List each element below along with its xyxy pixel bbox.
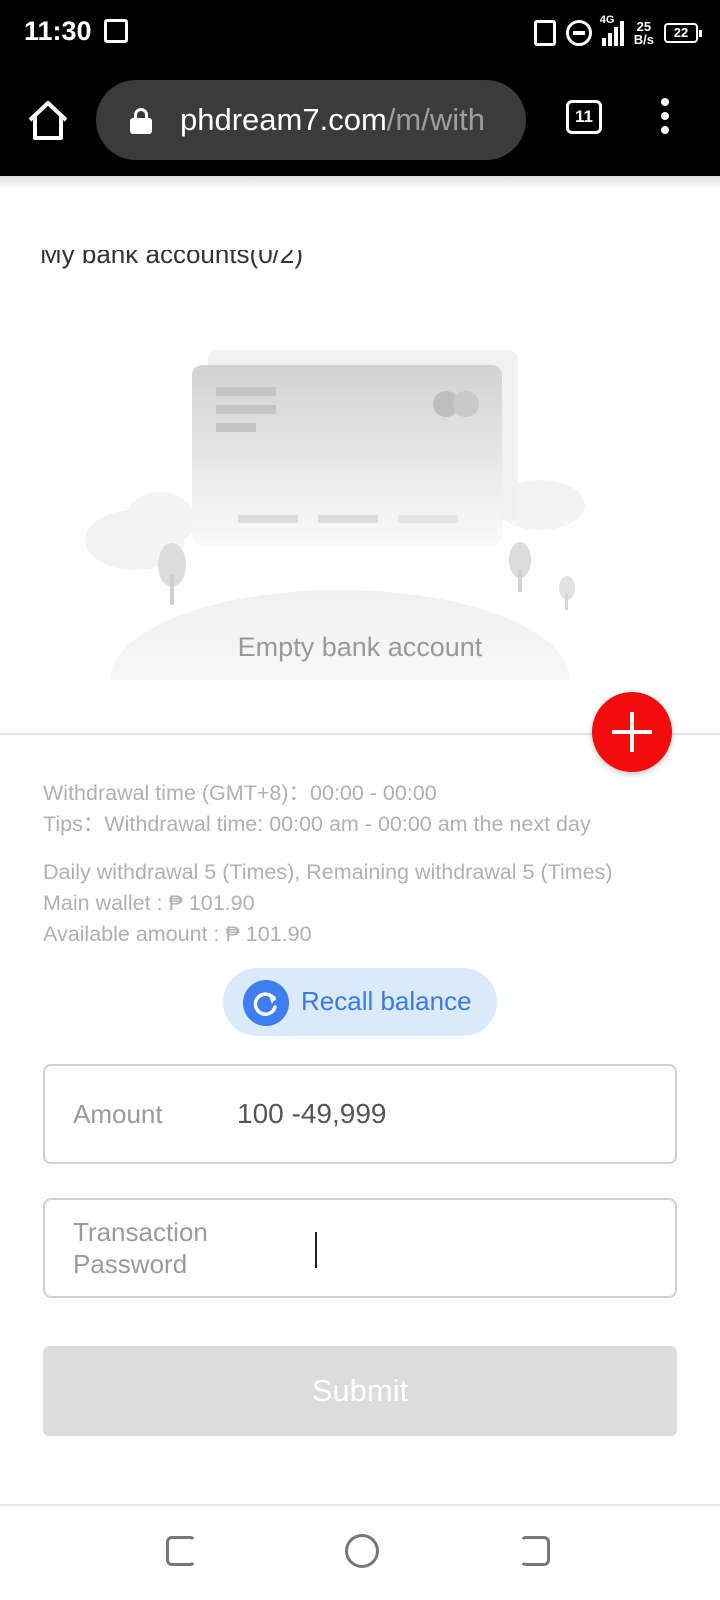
system-navigation-bar <box>0 1504 720 1600</box>
status-bar: 11:30 4G 25 B/s 22 <box>0 0 720 66</box>
add-bank-account-button[interactable] <box>592 692 672 772</box>
tab-switcher-button[interactable]: 11 <box>566 100 602 134</box>
address-bar[interactable]: phdream7.com/m/with <box>96 80 526 160</box>
withdrawal-time-text: Withdrawal time (GMT+8)：00:00 - 00:00 <box>43 781 437 805</box>
more-menu-icon[interactable] <box>655 98 675 138</box>
home-nav-icon[interactable] <box>345 1534 379 1568</box>
amount-input[interactable]: 100 -49,999 <box>237 1098 386 1130</box>
empty-bank-account-label: Empty bank account <box>237 632 483 662</box>
submit-button[interactable]: Submit <box>43 1346 677 1436</box>
url-path: /m/with <box>386 102 485 137</box>
status-time: 11:30 <box>24 16 92 46</box>
url-text[interactable]: phdream7.com/m/with <box>180 102 485 138</box>
back-nav-icon[interactable] <box>166 1536 196 1566</box>
transaction-password-field[interactable]: Transaction Password <box>43 1198 677 1298</box>
vibrate-icon <box>533 20 556 46</box>
signal-icon: 4G <box>600 14 624 46</box>
amount-field[interactable]: Amount 100 -49,999 <box>43 1064 677 1164</box>
available-amount-text: Available amount : ₱ 101.90 <box>43 922 312 946</box>
recents-nav-icon[interactable] <box>520 1536 550 1566</box>
url-domain: phdream7.com <box>180 102 387 137</box>
home-icon[interactable] <box>26 98 70 142</box>
recall-balance-button[interactable]: Recall balance <box>223 968 497 1036</box>
bank-accounts-title: My bank accounts(0/2) <box>40 250 304 269</box>
empty-card-illustration <box>85 350 585 680</box>
network-speed: 25 B/s <box>633 19 654 47</box>
battery-icon: 22 <box>664 23 702 43</box>
network-type: 4G <box>599 14 615 26</box>
do-not-disturb-icon <box>565 20 592 46</box>
amount-label: Amount <box>73 1099 163 1129</box>
tips-text: Tips：Withdrawal time: 00:00 am - 00:00 a… <box>43 812 591 836</box>
recall-balance-label: Recall balance <box>301 986 472 1016</box>
text-caret <box>315 1232 317 1268</box>
refresh-icon <box>243 980 289 1026</box>
browser-toolbar: phdream7.com/m/with 11 <box>0 66 720 176</box>
lock-icon <box>130 108 152 134</box>
main-wallet-text: Main wallet : ₱ 101.90 <box>43 891 255 915</box>
header-shadow <box>0 176 720 188</box>
parking-notification-icon <box>104 19 128 43</box>
daily-withdrawal-text: Daily withdrawal 5 (Times), Remaining wi… <box>43 860 613 884</box>
battery-level: 22 <box>673 25 689 40</box>
transaction-password-label: Transaction Password <box>73 1217 208 1279</box>
status-icons: 4G 25 B/s 22 <box>533 14 702 50</box>
